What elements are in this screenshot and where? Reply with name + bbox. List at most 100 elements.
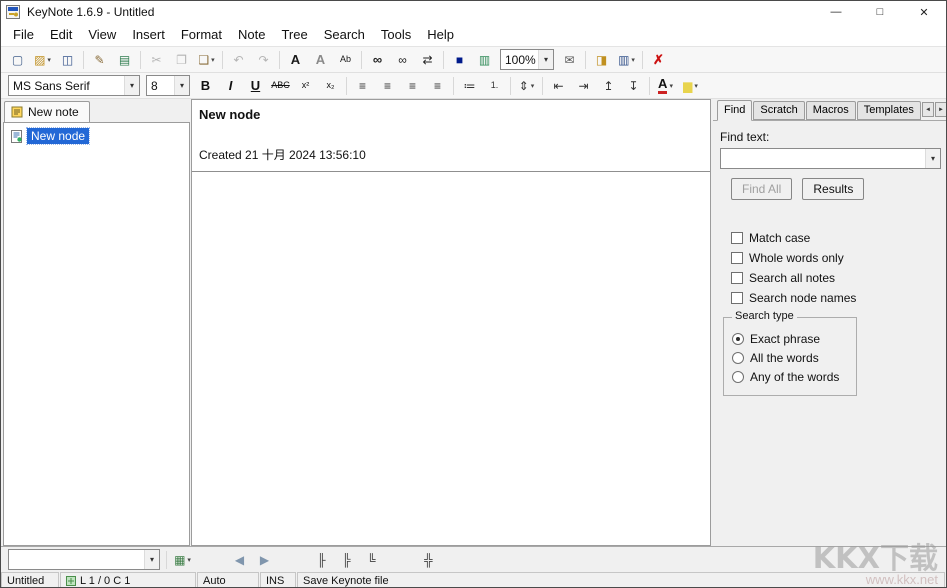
email-note-button[interactable]: ✉ ▾ (558, 49, 581, 71)
align-justify-button[interactable]: ≡ ▾ (426, 75, 449, 97)
minimize-button[interactable]: — (814, 1, 858, 23)
node-icon-picker-button[interactable]: ▦ ▾ (171, 549, 194, 571)
history-forward-button[interactable]: ▶ ▾ (253, 549, 276, 571)
file-properties-button[interactable]: ✎ ▾ (88, 49, 111, 71)
exit-button[interactable]: ✗ ▾ (647, 49, 670, 71)
chevron-down-icon[interactable]: ▾ (174, 76, 189, 95)
outdent-button[interactable]: ⇤ ▾ (547, 75, 570, 97)
font-name-combo[interactable]: MS Sans Serif ▾ (8, 75, 140, 96)
replace-button[interactable]: ⇄ ▾ (416, 49, 439, 71)
tab-find[interactable]: Find (717, 100, 752, 121)
underline-button[interactable]: U ▾ (244, 75, 267, 97)
numbering-button[interactable]: 1. ▾ (483, 75, 506, 97)
strikethrough-button[interactable]: ABC ▾ (269, 75, 292, 97)
status-save-mode: Auto (197, 572, 259, 588)
checkbox-label: Search node names (749, 291, 856, 305)
save-file-button[interactable]: ◫ ▾ (56, 49, 79, 71)
menu-bar: File Edit View Insert Format Note Tree S… (1, 23, 946, 47)
cut-button[interactable]: ✂ ▾ (145, 49, 168, 71)
copy-button[interactable]: ❐ ▾ (170, 49, 193, 71)
superscript-button[interactable]: x² ▾ (294, 75, 317, 97)
note-editor-body[interactable] (192, 172, 710, 502)
tab-scroll-right-icon[interactable]: ► (935, 102, 947, 117)
zoom-combo[interactable]: 100% ▾ (500, 49, 554, 70)
chevron-down-icon[interactable]: ▾ (144, 550, 159, 569)
find-next-button[interactable]: ∞ ▾ (391, 49, 414, 71)
tree-node-new-node[interactable]: New node (6, 127, 187, 145)
results-button[interactable]: Results (802, 178, 864, 200)
menu-file[interactable]: File (5, 24, 42, 45)
node-icon-picker-icon: ▦ (174, 554, 185, 566)
subscript-button[interactable]: x₂ ▾ (319, 75, 342, 97)
radio-all-the-words[interactable]: All the words (732, 351, 848, 365)
note-properties-button[interactable]: ◨ ▾ (590, 49, 613, 71)
chevron-down-icon[interactable]: ▾ (925, 149, 940, 168)
underline-icon: U (251, 79, 260, 92)
tree-layout-button[interactable]: ▥ ▾ (615, 49, 638, 71)
tab-new-note[interactable]: New note (4, 101, 90, 122)
chevron-down-icon[interactable]: ▾ (538, 50, 553, 69)
new-file-icon: ▢ (12, 54, 23, 66)
file-manager-button[interactable]: ▤ ▾ (113, 49, 136, 71)
toolbar-gap: ▾ (278, 549, 308, 571)
menu-edit[interactable]: Edit (42, 24, 80, 45)
maximize-button[interactable]: □ (858, 1, 902, 23)
find-all-button[interactable]: Find All (731, 178, 792, 200)
menu-tools[interactable]: Tools (373, 24, 419, 45)
redo-button[interactable]: ↷ ▾ (252, 49, 275, 71)
highlight-button[interactable]: ▆ ▾ (679, 75, 702, 97)
add-sibling-node-button[interactable]: ╚ ▾ (360, 549, 383, 571)
note-color-button[interactable]: ■ ▾ (448, 49, 471, 71)
font-color-button[interactable]: A ▾ (654, 75, 677, 97)
align-center-button[interactable]: ≡ ▾ (376, 75, 399, 97)
add-child-node-button[interactable]: ╠ ▾ (335, 549, 358, 571)
paragraph-dialog-button[interactable]: A ▾ (309, 49, 332, 71)
align-right-button[interactable]: ≡ ▾ (401, 75, 424, 97)
menu-help[interactable]: Help (419, 24, 462, 45)
space-before-button[interactable]: ↥ ▾ (597, 75, 620, 97)
tab-scroll-left-icon[interactable]: ◄ (922, 102, 934, 117)
indent-button[interactable]: ⇥ ▾ (572, 75, 595, 97)
menu-search[interactable]: Search (316, 24, 373, 45)
find-text-combo[interactable]: ▾ (720, 148, 941, 169)
history-back-button[interactable]: ◀ ▾ (228, 549, 251, 571)
checkbox-search-node-names[interactable]: Search node names (731, 291, 947, 305)
menu-note[interactable]: Note (230, 24, 273, 45)
menu-view[interactable]: View (80, 24, 124, 45)
insert-node-button[interactable]: ╟ ▾ (310, 549, 333, 571)
close-button[interactable]: ✕ (902, 1, 946, 23)
language-button[interactable]: Ab ▾ (334, 49, 357, 71)
font-dialog-button[interactable]: A ▾ (284, 49, 307, 71)
checkbox-match-case[interactable]: Match case (731, 231, 947, 245)
space-after-button[interactable]: ↧ ▾ (622, 75, 645, 97)
italic-button[interactable]: I ▾ (219, 75, 242, 97)
bullets-button[interactable]: ≔ ▾ (458, 75, 481, 97)
menu-insert[interactable]: Insert (124, 24, 173, 45)
radio-any-of-the-words[interactable]: Any of the words (732, 370, 848, 384)
align-left-button[interactable]: ≡ ▾ (351, 75, 374, 97)
node-style-combo[interactable]: ▾ (8, 549, 160, 570)
bold-button[interactable]: B ▾ (194, 75, 217, 97)
chevron-down-icon[interactable]: ▾ (124, 76, 139, 95)
tab-templates[interactable]: Templates (857, 101, 921, 120)
checkbox-whole-words-only[interactable]: Whole words only (731, 251, 947, 265)
menu-tree[interactable]: Tree (273, 24, 315, 45)
node-checkbox-button[interactable]: ╬ ▾ (417, 549, 440, 571)
clipboard-capture-button[interactable]: ▥ ▾ (473, 49, 496, 71)
tab-scratch[interactable]: Scratch (753, 101, 804, 120)
toolbar-separator: ▾ (585, 51, 586, 69)
line-spacing-button[interactable]: ⇕ ▾ (515, 75, 538, 97)
radio-label: Exact phrase (750, 332, 820, 346)
undo-button[interactable]: ↶ ▾ (227, 49, 250, 71)
radio-exact-phrase[interactable]: Exact phrase (732, 332, 848, 346)
menu-format[interactable]: Format (173, 24, 230, 45)
new-file-button[interactable]: ▢ ▾ (6, 49, 29, 71)
tab-macros[interactable]: Macros (806, 101, 856, 120)
align-center-icon: ≡ (384, 80, 391, 92)
find-button[interactable]: ∞ ▾ (366, 49, 389, 71)
font-size-combo[interactable]: 8 ▾ (146, 75, 190, 96)
note-tree-panel[interactable]: New node (3, 122, 190, 546)
paste-button[interactable]: ❑ ▾ (195, 49, 218, 71)
checkbox-search-all-notes[interactable]: Search all notes (731, 271, 947, 285)
open-file-button[interactable]: ▨ ▾ (31, 49, 54, 71)
